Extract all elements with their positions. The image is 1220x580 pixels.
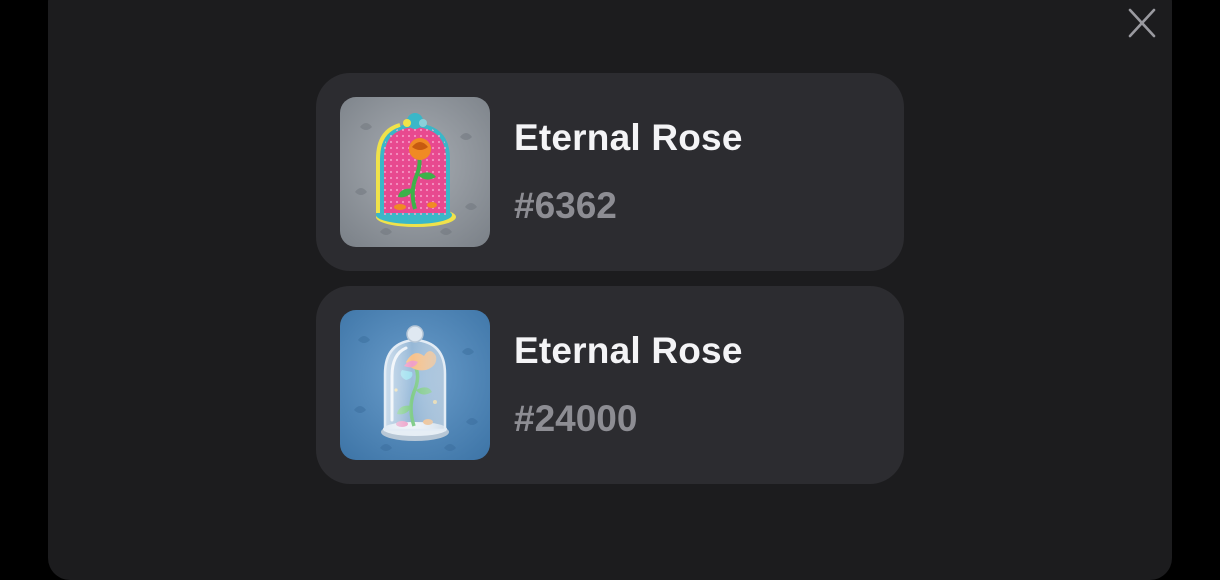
gift-title: Eternal Rose xyxy=(514,117,743,158)
close-icon xyxy=(1128,8,1156,38)
rose-in-glass-dome-icon xyxy=(340,97,490,247)
gift-number: #24000 xyxy=(514,398,638,439)
gift-thumbnail xyxy=(340,310,490,460)
close-button[interactable] xyxy=(1124,5,1160,41)
gift-thumbnail xyxy=(340,97,490,247)
gift-item-card[interactable]: Eternal Rose #24000 xyxy=(316,286,904,484)
gift-number: #6362 xyxy=(514,185,617,226)
gift-list: Eternal Rose #6362 Eternal Rose #24000 xyxy=(316,73,904,499)
gift-title: Eternal Rose xyxy=(514,330,743,371)
rose-in-glass-dome-icon xyxy=(340,310,490,460)
gift-item-card[interactable]: Eternal Rose #6362 xyxy=(316,73,904,271)
